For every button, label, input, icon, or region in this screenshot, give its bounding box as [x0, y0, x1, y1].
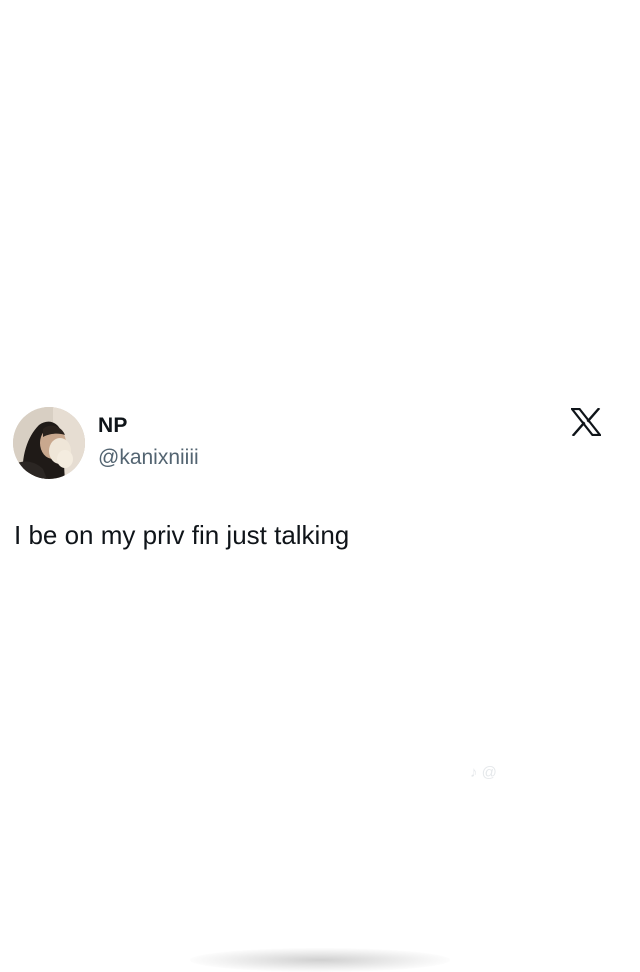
- tiktok-watermark: ♪ @: [470, 764, 497, 781]
- profile-photo: [13, 407, 85, 479]
- tweet-text: I be on my priv fin just talking: [14, 520, 350, 550]
- tiktok-icon: ♪: [470, 764, 478, 781]
- bottom-shadow: [190, 948, 450, 972]
- avatar[interactable]: [13, 407, 85, 479]
- tweet-card: NP @kanixniiii I be on my priv fin just …: [0, 0, 640, 972]
- watermark-text: @: [481, 764, 497, 781]
- display-name[interactable]: NP: [98, 414, 128, 438]
- x-logo-icon[interactable]: [569, 407, 603, 437]
- user-handle[interactable]: @kanixniiii: [98, 446, 199, 470]
